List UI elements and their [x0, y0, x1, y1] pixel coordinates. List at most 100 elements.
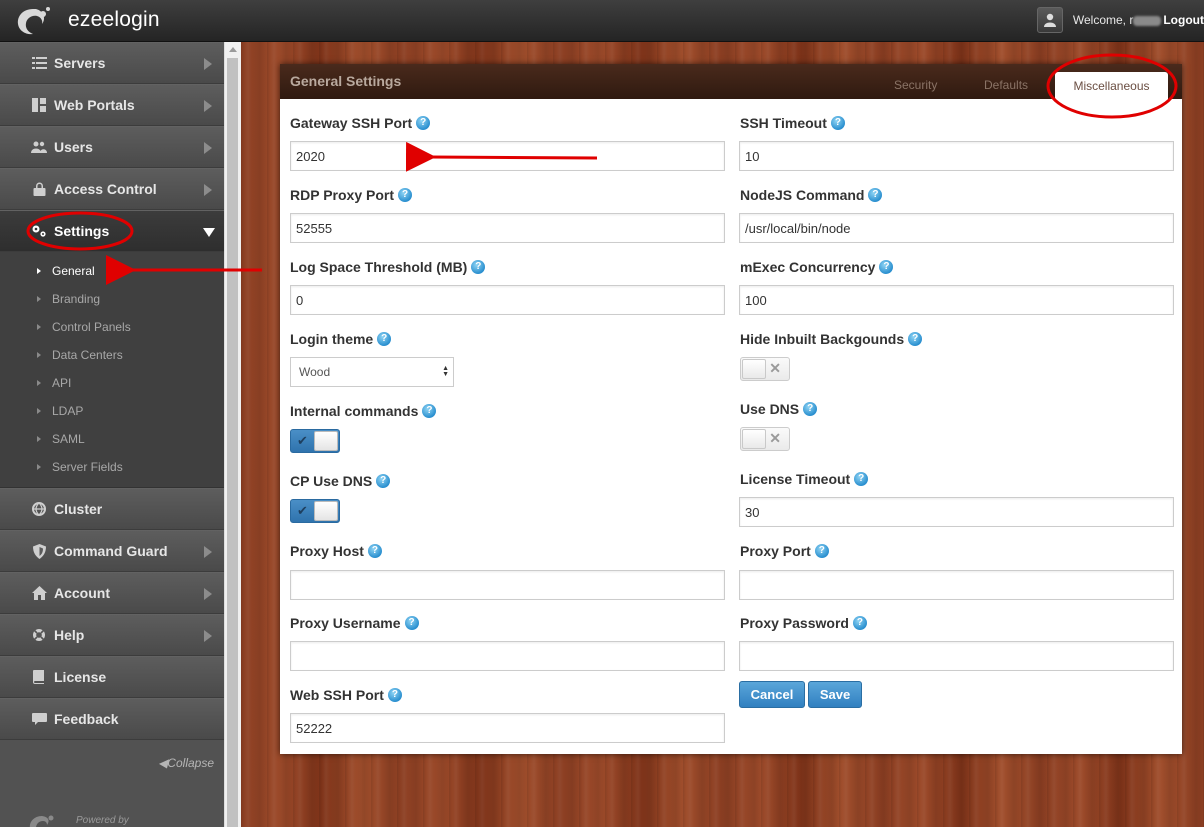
help-icon[interactable]: ?	[471, 260, 486, 274]
bullet-icon	[37, 268, 41, 274]
brand[interactable]: ezeelogin	[14, 5, 160, 35]
submenu-label: SAML	[52, 432, 85, 446]
proxy-password-label: Proxy Password?	[740, 615, 867, 631]
sidebar-item-account[interactable]: Account	[0, 572, 224, 614]
help-icon[interactable]: ?	[377, 332, 392, 346]
scroll-thumb[interactable]	[227, 58, 238, 827]
sidebar-item-users[interactable]: Users	[0, 126, 224, 168]
powered-by-text: Powered by	[76, 815, 129, 826]
help-icon[interactable]: ?	[868, 188, 883, 202]
mexec-concurrency-input[interactable]	[739, 285, 1174, 315]
check-icon: ✔	[297, 433, 308, 448]
hide-inbuilt-backgrounds-toggle[interactable]: ✕	[740, 357, 790, 381]
logout-link[interactable]: Logout	[1163, 13, 1204, 27]
welcome-text: Welcome, r	[1073, 13, 1162, 27]
chevron-down-icon	[203, 228, 215, 237]
cp-use-dns-label: CP Use DNS?	[290, 473, 391, 489]
cancel-button[interactable]: Cancel	[739, 681, 805, 708]
chevron-right-icon	[204, 58, 212, 70]
sidebar-item-cluster[interactable]: Cluster	[0, 488, 224, 530]
user-icon[interactable]	[1036, 7, 1063, 33]
gateway-ssh-port-label: Gateway SSH Port?	[290, 115, 431, 131]
submenu-item-ldap[interactable]: LDAP	[0, 397, 224, 425]
sidebar-item-label: Help	[54, 627, 85, 643]
globe-icon	[31, 501, 47, 517]
rdp-proxy-port-input[interactable]	[290, 213, 725, 243]
help-icon[interactable]: ?	[814, 544, 829, 558]
web-ssh-port-label: Web SSH Port?	[290, 687, 402, 703]
submenu-item-data-centers[interactable]: Data Centers	[0, 341, 224, 369]
help-icon[interactable]: ?	[404, 616, 419, 630]
sidebar-item-label: Feedback	[54, 711, 119, 727]
proxy-username-input[interactable]	[290, 641, 725, 671]
use-dns-toggle[interactable]: ✕	[740, 427, 790, 451]
submenu-item-branding[interactable]: Branding	[0, 285, 224, 313]
chevron-right-icon	[204, 184, 212, 196]
help-icon[interactable]: ?	[830, 116, 845, 130]
sidebar-item-command-guard[interactable]: Command Guard	[0, 530, 224, 572]
login-theme-value: Wood	[299, 365, 331, 379]
proxy-username-label: Proxy Username?	[290, 615, 419, 631]
home-icon	[31, 585, 47, 601]
web-ssh-port-input[interactable]	[290, 713, 725, 743]
ssh-timeout-input[interactable]	[739, 141, 1174, 171]
help-icon[interactable]: ?	[908, 332, 923, 346]
chevron-right-icon	[204, 142, 212, 154]
submenu-label: Server Fields	[52, 460, 123, 474]
sidebar-item-servers[interactable]: Servers	[0, 42, 224, 84]
gateway-ssh-port-input[interactable]	[290, 141, 725, 171]
help-icon[interactable]: ?	[367, 544, 382, 558]
submenu-item-saml[interactable]: SAML	[0, 425, 224, 453]
sidebar-item-feedback[interactable]: Feedback	[0, 698, 224, 740]
submenu-label: General	[52, 264, 95, 278]
nodejs-command-input[interactable]	[739, 213, 1174, 243]
proxy-password-input[interactable]	[739, 641, 1174, 671]
chevron-right-icon	[204, 546, 212, 558]
submenu-item-general[interactable]: General	[0, 257, 224, 285]
submenu-item-server-fields[interactable]: Server Fields	[0, 453, 224, 481]
save-button[interactable]: Save	[808, 681, 862, 708]
cp-use-dns-toggle[interactable]: ✔	[290, 499, 340, 523]
help-icon[interactable]: ?	[854, 472, 869, 486]
submenu-label: API	[52, 376, 72, 390]
proxy-host-input[interactable]	[290, 570, 725, 600]
sidebar-scrollbar[interactable]	[224, 42, 241, 827]
rdp-proxy-port-label: RDP Proxy Port?	[290, 187, 412, 203]
help-icon[interactable]: ?	[398, 188, 412, 202]
gears-icon	[31, 223, 47, 239]
submenu-item-control-panels[interactable]: Control Panels	[0, 313, 224, 341]
proxy-port-input[interactable]	[739, 570, 1174, 600]
app-name: ezeelogin	[68, 8, 160, 31]
help-icon[interactable]: ?	[416, 116, 431, 130]
help-icon[interactable]: ?	[879, 260, 894, 274]
log-space-threshold-input[interactable]	[290, 285, 725, 315]
submenu-label: Branding	[52, 292, 101, 306]
general-settings-panel: General Settings Security Defaults Misce…	[280, 64, 1182, 754]
sidebar-item-label: License	[54, 669, 107, 685]
bullet-icon	[37, 408, 41, 414]
login-theme-select[interactable]: Wood ▲ ▼	[290, 357, 454, 387]
sidebar-item-web-portals[interactable]: Web Portals	[0, 84, 224, 126]
help-icon[interactable]: ?	[376, 474, 391, 488]
sidebar-item-license[interactable]: License	[0, 656, 224, 698]
use-dns-label: Use DNS?	[740, 401, 818, 417]
help-icon[interactable]: ?	[803, 402, 818, 416]
internal-commands-label: Internal commands?	[290, 403, 437, 419]
internal-commands-toggle[interactable]: ✔	[290, 429, 340, 453]
help-icon[interactable]: ?	[422, 404, 437, 418]
sidebar-item-access-control[interactable]: Access Control	[0, 168, 224, 210]
mexec-concurrency-label: mExec Concurrency?	[740, 259, 894, 275]
tab-security[interactable]: Security	[894, 78, 937, 92]
scroll-up-icon[interactable]	[229, 47, 237, 52]
tab-defaults[interactable]: Defaults	[984, 78, 1028, 92]
tab-miscellaneous[interactable]: Miscellaneous	[1055, 72, 1168, 100]
sidebar-item-help[interactable]: Help	[0, 614, 224, 656]
submenu-item-api[interactable]: API	[0, 369, 224, 397]
collapse-button[interactable]: ◀Collapse	[158, 756, 214, 770]
sidebar-item-settings[interactable]: Settings	[0, 210, 224, 252]
help-icon[interactable]: ?	[852, 616, 867, 630]
help-icon[interactable]: ?	[387, 688, 402, 702]
submenu-label: Data Centers	[52, 348, 123, 362]
license-timeout-input[interactable]	[739, 497, 1174, 527]
sidebar-item-label: Settings	[54, 223, 110, 239]
